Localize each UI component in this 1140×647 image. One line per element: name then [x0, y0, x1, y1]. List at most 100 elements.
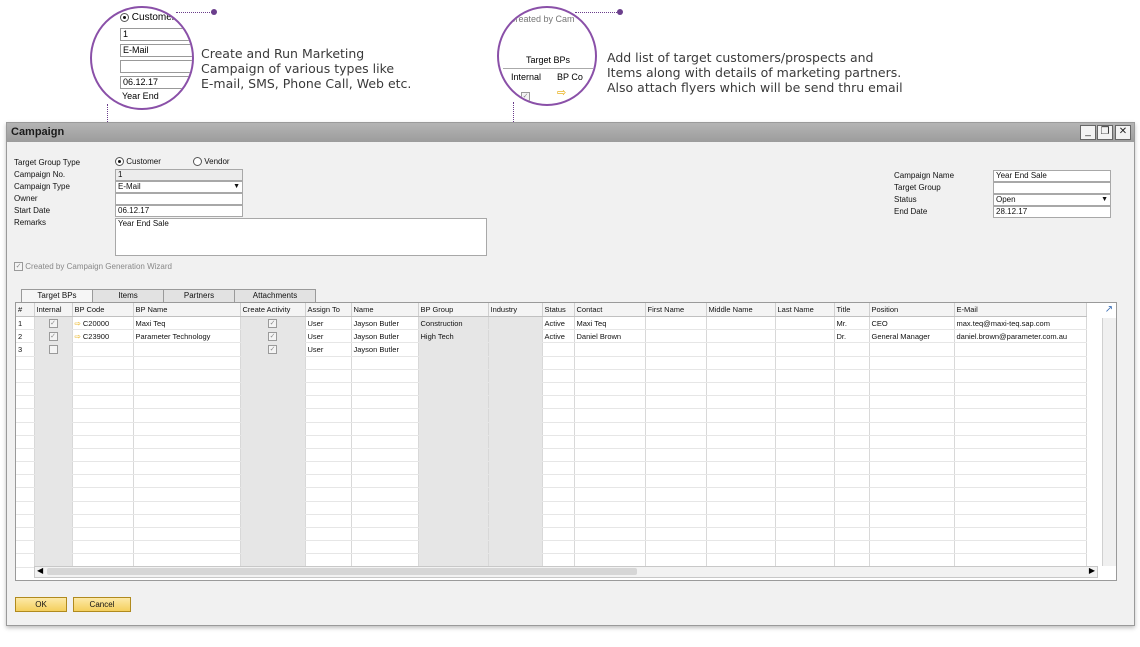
table-cell[interactable] [542, 356, 575, 370]
table-cell[interactable] [775, 474, 835, 489]
table-cell[interactable] [869, 435, 955, 449]
column-header[interactable]: Title [834, 303, 870, 317]
table-cell[interactable] [16, 435, 35, 449]
table-cell[interactable] [706, 408, 776, 423]
table-cell[interactable] [305, 395, 352, 410]
table-cell[interactable] [574, 435, 646, 449]
table-cell[interactable] [418, 514, 489, 529]
table-cell[interactable] [240, 474, 306, 489]
table-cell[interactable] [418, 461, 489, 476]
column-header[interactable]: Industry [488, 303, 543, 317]
checkbox-icon[interactable]: ✓ [268, 345, 277, 355]
table-cell[interactable]: ⇨ C20000 [72, 316, 134, 331]
table-cell[interactable] [305, 408, 352, 423]
table-row[interactable]: 1 ✓ ⇨ C20000 Maxi Teq ✓ User Jayson Butler Cons… [16, 316, 1087, 331]
end-date-field[interactable]: 28.12.17 [993, 206, 1111, 218]
close-icon[interactable]: ✕ [1115, 125, 1131, 140]
table-cell[interactable]: High Tech [418, 329, 489, 344]
table-cell[interactable] [488, 448, 543, 463]
table-cell[interactable] [645, 461, 707, 476]
table-cell[interactable] [869, 501, 955, 515]
table-cell[interactable] [418, 408, 489, 423]
table-cell[interactable] [645, 422, 707, 436]
table-cell[interactable] [706, 342, 776, 357]
table-cell[interactable] [574, 514, 646, 529]
table-cell[interactable] [418, 540, 489, 555]
table-cell[interactable] [488, 382, 543, 397]
table-cell[interactable] [305, 487, 352, 502]
table-cell[interactable] [645, 540, 707, 555]
table-cell[interactable]: Maxi Teq [574, 316, 646, 331]
table-cell[interactable] [305, 461, 352, 476]
restore-icon[interactable]: ❐ [1097, 125, 1113, 140]
table-cell[interactable] [869, 356, 955, 370]
table-cell[interactable] [706, 501, 776, 515]
column-header[interactable]: BP Group [418, 303, 489, 317]
table-cell[interactable] [34, 422, 73, 436]
table-cell[interactable] [574, 527, 646, 542]
column-header[interactable]: Name [351, 303, 419, 317]
table-cell[interactable] [133, 501, 241, 515]
table-cell[interactable] [869, 514, 955, 529]
column-header[interactable]: Middle Name [706, 303, 776, 317]
table-cell[interactable]: 2 [16, 329, 35, 344]
table-cell[interactable] [869, 382, 955, 397]
table-cell[interactable] [834, 448, 870, 463]
table-cell[interactable] [305, 356, 352, 370]
table-cell[interactable] [418, 356, 489, 370]
table-cell[interactable]: Jayson Butler [351, 316, 419, 331]
table-row[interactable] [16, 487, 1087, 502]
table-cell[interactable] [351, 448, 419, 463]
table-cell[interactable] [418, 448, 489, 463]
table-cell[interactable] [706, 435, 776, 449]
table-cell[interactable] [133, 474, 241, 489]
table-cell[interactable] [574, 395, 646, 410]
customer-radio[interactable]: Customer [115, 157, 161, 167]
table-cell[interactable] [34, 461, 73, 476]
table-cell[interactable] [133, 435, 241, 449]
table-cell[interactable]: User [305, 329, 352, 344]
table-cell[interactable] [72, 435, 134, 449]
table-cell[interactable] [834, 501, 870, 515]
table-cell[interactable] [351, 422, 419, 436]
column-header[interactable]: Internal [34, 303, 73, 317]
table-cell[interactable] [488, 540, 543, 555]
column-header[interactable]: First Name [645, 303, 707, 317]
table-cell[interactable] [240, 435, 306, 449]
table-cell[interactable] [542, 540, 575, 555]
table-cell[interactable] [72, 395, 134, 410]
window-titlebar[interactable]: Campaign _ ❐ ✕ [7, 123, 1134, 142]
table-cell[interactable] [418, 527, 489, 542]
table-row[interactable]: 3 ✓ User Jayson Butler [16, 342, 1087, 357]
table-cell[interactable] [869, 369, 955, 383]
table-cell[interactable] [706, 316, 776, 331]
table-cell[interactable] [775, 342, 835, 357]
table-cell[interactable] [542, 501, 575, 515]
table-cell[interactable] [16, 382, 35, 397]
table-cell[interactable]: Mr. [834, 316, 870, 331]
table-cell[interactable] [954, 435, 1087, 449]
table-cell[interactable] [954, 474, 1087, 489]
column-header[interactable]: Status [542, 303, 575, 317]
table-cell[interactable] [240, 369, 306, 383]
table-cell[interactable] [574, 487, 646, 502]
table-cell[interactable] [133, 487, 241, 502]
table-cell[interactable] [542, 382, 575, 397]
table-cell[interactable] [418, 382, 489, 397]
table-cell[interactable] [351, 382, 419, 397]
table-row[interactable] [16, 474, 1087, 489]
table-cell[interactable] [775, 514, 835, 529]
table-cell[interactable] [305, 540, 352, 555]
table-cell[interactable] [488, 316, 543, 331]
table-cell[interactable] [574, 448, 646, 463]
table-cell[interactable] [133, 382, 241, 397]
campaign-no-field[interactable]: 1 [115, 169, 243, 181]
table-cell[interactable] [240, 501, 306, 515]
table-cell[interactable] [488, 474, 543, 489]
table-cell[interactable] [351, 395, 419, 410]
table-cell[interactable] [133, 540, 241, 555]
table-cell[interactable] [574, 501, 646, 515]
table-cell[interactable] [574, 382, 646, 397]
table-cell[interactable] [488, 435, 543, 449]
table-row[interactable] [16, 408, 1087, 423]
